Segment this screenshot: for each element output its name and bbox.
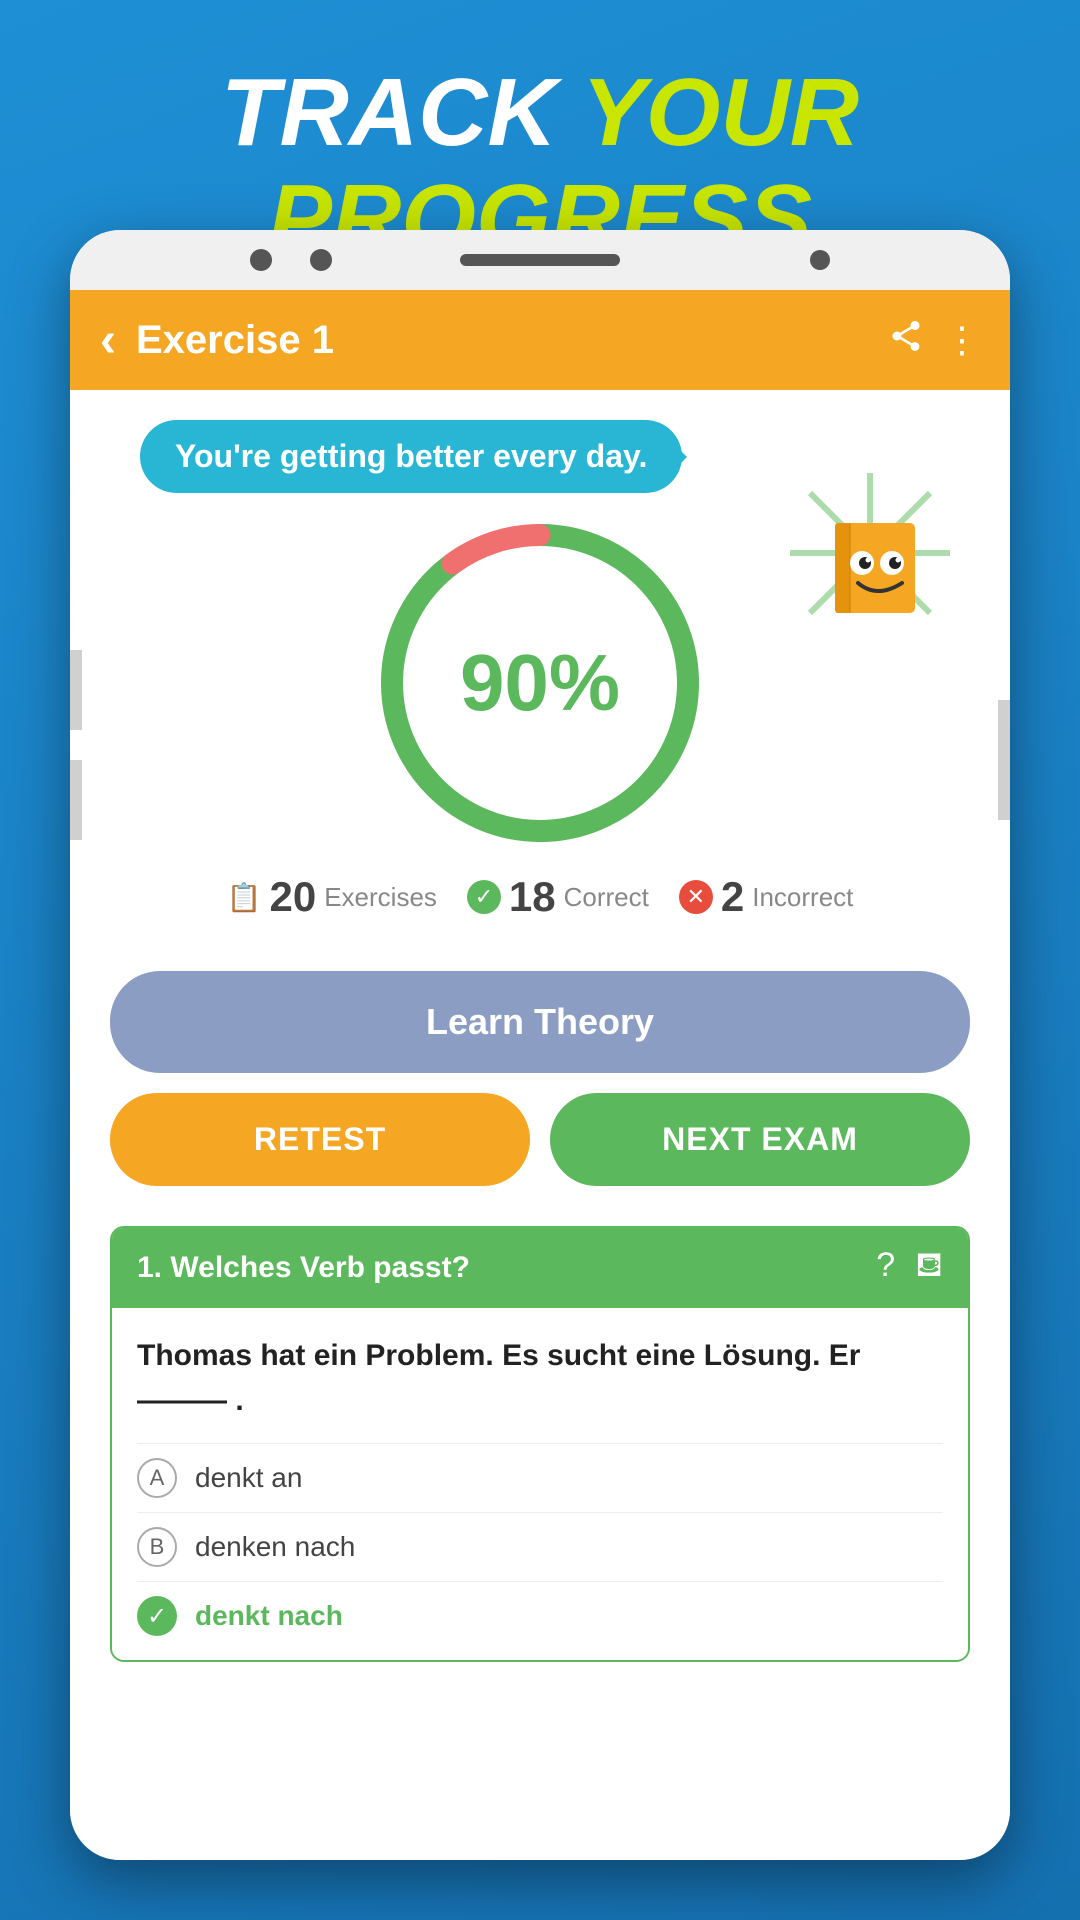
progress-percentage: 90% — [460, 637, 620, 729]
correct-count: 18 — [509, 873, 556, 921]
retest-button[interactable]: RETEST — [110, 1093, 530, 1186]
incorrect-label: Incorrect — [752, 882, 853, 913]
option-c-correct-icon: ✓ — [137, 1596, 177, 1636]
correct-icon: ✓ — [467, 880, 501, 914]
option-a-circle: A — [137, 1458, 177, 1498]
learn-theory-button[interactable]: Learn Theory — [110, 971, 970, 1073]
question-body: Thomas hat ein Problem. Es sucht eine Lö… — [112, 1308, 968, 1660]
question-number: 1. Welches Verb passt? — [137, 1251, 470, 1285]
exercises-stat: 📋 20 Exercises — [227, 873, 437, 921]
exercises-label: Exercises — [324, 882, 437, 913]
action-buttons-row: RETEST NEXT EXAM — [110, 1093, 970, 1186]
correct-stat: ✓ 18 Correct — [467, 873, 649, 921]
app-content: ‹ Exercise 1 ⋮ You're getting better eve… — [70, 290, 1010, 1860]
phone-mockup: ‹ Exercise 1 ⋮ You're getting better eve… — [70, 230, 1010, 1860]
hint-icon[interactable]: ? — [876, 1246, 895, 1290]
bookmark-icon[interactable]: ⛾ — [915, 1246, 943, 1290]
option-b-circle: B — [137, 1527, 177, 1567]
question-text: Thomas hat ein Problem. Es sucht eine Lö… — [137, 1333, 943, 1423]
motivation-bubble: You're getting better every day. — [140, 420, 682, 493]
exercise-title: Exercise 1 — [136, 318, 888, 363]
book-mascot — [780, 463, 940, 623]
question-section: 1. Welches Verb passt? ? ⛾ Thomas hat ei… — [110, 1226, 970, 1662]
more-options-icon[interactable]: ⋮ — [944, 319, 980, 361]
share-icon[interactable] — [888, 318, 924, 363]
option-c-text: denkt nach — [195, 1600, 343, 1632]
incorrect-count: 2 — [721, 873, 744, 921]
speaker-icon — [460, 254, 620, 266]
phone-top-bar — [70, 230, 1010, 290]
option-a[interactable]: A denkt an — [137, 1443, 943, 1512]
power-button[interactable] — [998, 700, 1010, 820]
incorrect-stat: ✕ 2 Incorrect — [679, 873, 854, 921]
exercises-count: 20 — [269, 873, 316, 921]
volume-up-button[interactable] — [70, 650, 82, 730]
correct-label: Correct — [564, 882, 649, 913]
option-a-text: denkt an — [195, 1462, 302, 1494]
option-b[interactable]: B denken nach — [137, 1512, 943, 1581]
circular-progress: 90% — [370, 513, 710, 853]
progress-section: You're getting better every day. 90% — [70, 390, 1010, 971]
exercises-icon: 📋 — [227, 881, 262, 914]
stats-row: 📋 20 Exercises ✓ 18 Correct ✕ 2 Incorrec… — [227, 873, 854, 921]
camera-icon — [250, 249, 272, 271]
incorrect-icon: ✕ — [679, 880, 713, 914]
back-button[interactable]: ‹ — [100, 313, 116, 368]
track-text: TRACK — [221, 59, 582, 166]
header-icons: ⋮ — [888, 318, 980, 363]
volume-down-button[interactable] — [70, 760, 82, 840]
question-header: 1. Welches Verb passt? ? ⛾ — [112, 1228, 968, 1308]
camera-secondary-icon — [310, 249, 332, 271]
option-c[interactable]: ✓ denkt nach — [137, 1581, 943, 1650]
sensor-icon — [810, 250, 830, 270]
buttons-section: Learn Theory RETEST NEXT EXAM — [70, 971, 1010, 1206]
next-exam-button[interactable]: NEXT EXAM — [550, 1093, 970, 1186]
question-header-icons: ? ⛾ — [876, 1246, 943, 1290]
option-b-text: denken nach — [195, 1531, 355, 1563]
mascot-area: 90% — [110, 513, 970, 853]
app-header: ‹ Exercise 1 ⋮ — [70, 290, 1010, 390]
